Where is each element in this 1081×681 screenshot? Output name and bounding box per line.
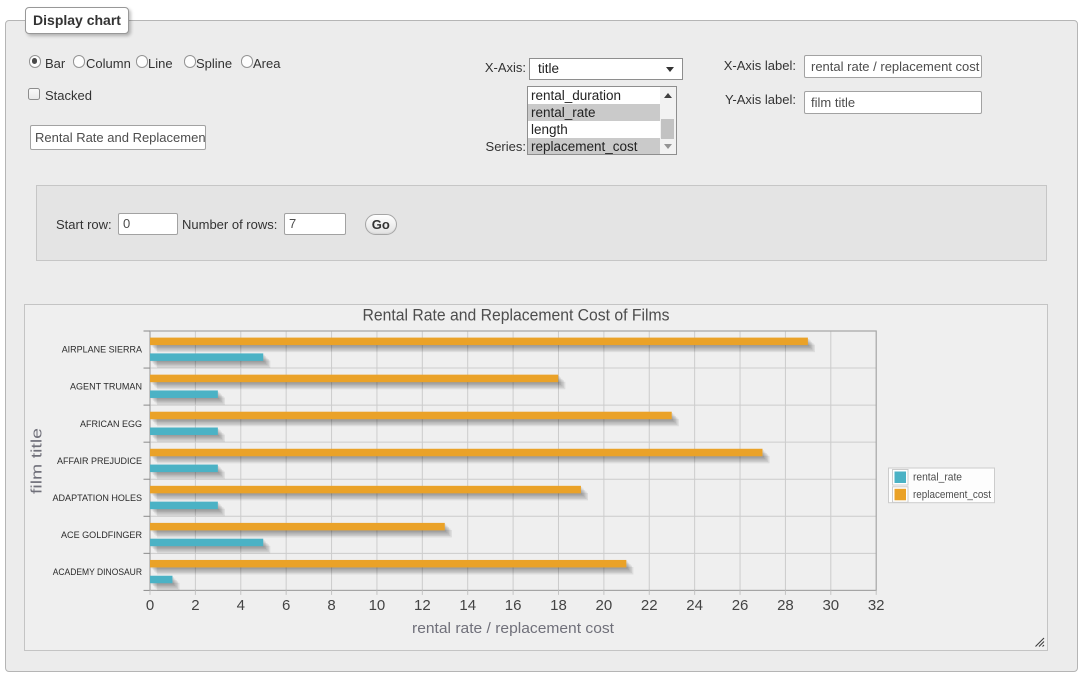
svg-text:ACE GOLDFINGER: ACE GOLDFINGER: [61, 530, 143, 540]
svg-text:22: 22: [641, 597, 658, 614]
svg-text:AFRICAN EGG: AFRICAN EGG: [80, 419, 142, 429]
svg-text:8: 8: [327, 597, 335, 614]
svg-text:28: 28: [777, 597, 794, 614]
svg-text:ADAPTATION HOLES: ADAPTATION HOLES: [53, 493, 143, 503]
svg-text:24: 24: [686, 597, 703, 614]
svg-text:20: 20: [596, 597, 613, 614]
svg-text:2: 2: [191, 597, 199, 614]
svg-text:16: 16: [505, 597, 522, 614]
svg-text:AGENT TRUMAN: AGENT TRUMAN: [70, 382, 142, 392]
svg-text:rental rate / replacement cost: rental rate / replacement cost: [412, 620, 615, 637]
svg-text:Rental Rate and Replacement Co: Rental Rate and Replacement Cost of Film…: [363, 307, 670, 325]
svg-text:14: 14: [459, 597, 476, 614]
svg-text:30: 30: [822, 597, 839, 614]
svg-text:18: 18: [550, 597, 567, 614]
svg-text:4: 4: [237, 597, 245, 614]
svg-text:0: 0: [146, 597, 154, 614]
svg-text:rental_rate: rental_rate: [913, 472, 962, 484]
svg-text:replacement_cost: replacement_cost: [913, 489, 991, 501]
svg-text:10: 10: [369, 597, 386, 614]
svg-text:26: 26: [732, 597, 749, 614]
svg-text:film title: film title: [29, 428, 46, 494]
svg-text:12: 12: [414, 597, 431, 614]
svg-text:6: 6: [282, 597, 290, 614]
svg-text:32: 32: [868, 597, 885, 614]
svg-text:AIRPLANE SIERRA: AIRPLANE SIERRA: [62, 345, 142, 355]
svg-text:ACADEMY DINOSAUR: ACADEMY DINOSAUR: [53, 567, 143, 577]
svg-text:AFFAIR PREJUDICE: AFFAIR PREJUDICE: [57, 456, 142, 466]
